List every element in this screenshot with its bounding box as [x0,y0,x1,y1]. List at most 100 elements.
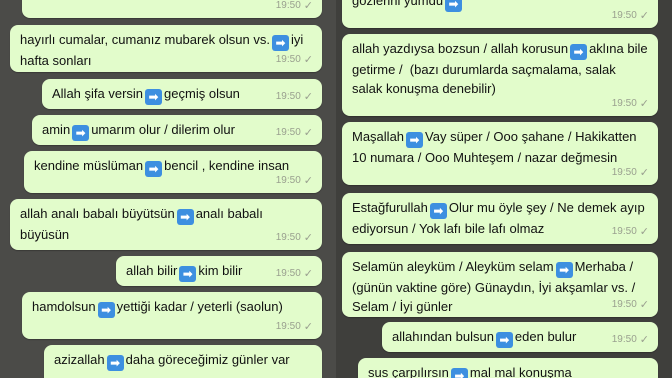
message-time: 19:50 [275,268,301,279]
arrow-right-icon: ➡ [179,266,197,282]
message-bubble[interactable]: hamdolsun ➡ yettiği kadar / yeterli (saolu… [22,292,322,339]
message-phrase: hayırlı cumalar, cumanız mubarek olsun v… [20,32,270,47]
sent-check-icon: ✓ [303,320,313,333]
message-bubble[interactable]: allah analı babalı büyütsün ➡ analı babalı… [10,199,322,250]
sent-check-icon: ✓ [639,97,649,110]
message-time: 19:50 [611,167,637,178]
message-text: Maşallah ➡ Vay süper / Ooo şahane / Hakika… [352,127,648,167]
message-meta: 19:50 ✓ [612,295,649,314]
arrow-right-icon: ➡ [272,35,289,51]
message-bubble[interactable]: gözlerini yumdu ➡ 19:50 ✓ [342,0,658,28]
message-text: kendine müslüman ➡ bencil , kendine insan [34,156,312,177]
message-meta: 19:50 ✓ [276,0,313,15]
arrow-right-icon: ➡ [429,203,447,219]
message-text: Selamün aleyküm / Aleyküm selam ➡ Merhaba … [352,257,648,316]
message-translation: bencil , kendine insan [164,158,290,173]
message-phrase: gözlerini yumdu [352,0,444,8]
message-time: 19:50 [611,299,637,310]
sent-check-icon: ✓ [639,9,649,22]
message-bubble[interactable]: amin ➡ umarım olur / dilerim olur 19:50 ✓ [32,115,322,145]
arrow-right-icon: ➡ [406,132,424,148]
message-text: allahından bulsun ➡ eden bulur [392,327,648,348]
message-time: 19:50 [275,127,301,138]
message-phrase: Estağfurullah [352,200,428,215]
message-bubble[interactable]: 19:50 ✓ [22,0,322,18]
sent-check-icon: ✓ [303,0,313,12]
message-meta: 19:50 ✓ [276,228,313,247]
message-time: 19:50 [611,334,637,345]
message-meta: 19:50 ✓ [612,330,649,349]
arrow-right-icon: ➡ [445,0,463,12]
message-text: allah yazdıysa bozsun / allah korusun ➡ ak… [352,39,648,98]
message-meta: 19:50 ✓ [276,264,313,283]
message-time: 19:50 [611,226,637,237]
message-bubble[interactable]: kendine müslüman ➡ bencil , kendine insan 1… [24,151,322,193]
message-text: sus çarpılırsın ➡ mal mal konuşma [368,363,648,378]
message-bubble[interactable]: allah yazdıysa bozsun / allah korusun ➡ ak… [342,34,658,116]
arrow-right-icon: ➡ [72,125,90,141]
arrow-right-icon: ➡ [97,302,115,318]
sent-check-icon: ✓ [639,166,649,179]
message-phrase: azizallah [54,352,105,367]
message-translation: umarım olur / dilerim olur [91,122,235,137]
sent-check-icon: ✓ [303,126,313,139]
message-phrase: allah yazdıysa bozsun / allah korusun [352,41,569,56]
message-bubble[interactable]: Maşallah ➡ Vay süper / Ooo şahane / Hakika… [342,122,658,185]
arrow-right-icon: ➡ [495,332,513,348]
message-text: amin ➡ umarım olur / dilerim olur [42,120,312,141]
message-meta: 19:50 ✓ [276,123,313,142]
message-phrase: Maşallah [352,129,405,144]
message-bubble[interactable]: Estağfurullah ➡ Olur mu öyle şey / Ne deme… [342,193,658,244]
sent-check-icon: ✓ [303,174,313,187]
message-phrase: allah bilir [126,263,178,278]
message-text: Allah şifa versin ➡ geçmiş olsun [52,84,312,105]
message-bubble[interactable]: hayırlı cumalar, cumanız mubarek olsun v… [10,25,322,72]
sent-check-icon: ✓ [639,298,649,311]
message-bubble[interactable]: azizallah ➡ daha göreceğimiz günler var [44,345,322,378]
arrow-right-icon: ➡ [450,368,468,378]
arrow-right-icon: ➡ [145,161,163,177]
arrow-right-icon: ➡ [570,44,588,60]
message-phrase: hamdolsun [32,299,96,314]
arrow-right-icon: ➡ [106,355,124,371]
message-phrase: Allah şifa versin [52,86,144,101]
message-translation: kim bilir [198,263,243,278]
message-time: 19:50 [275,91,301,102]
message-bubble[interactable]: allahından bulsun ➡ eden bulur 19:50 ✓ [382,322,658,352]
arrow-right-icon: ➡ [145,89,163,105]
message-time: 19:50 [275,232,301,243]
sent-check-icon: ✓ [639,333,649,346]
message-translation: daha göreceğimiz günler var [125,352,290,367]
left-chat-panel: 19:50 ✓ hayırlı cumalar, cumanız mubarek o… [0,0,336,378]
message-meta: 19:50 ✓ [276,317,313,336]
message-phrase: allahından bulsun [392,329,494,344]
message-bubble[interactable]: allah bilir ➡ kim bilir 19:50 ✓ [116,256,322,286]
message-phrase: Selamün aleyküm / Aleyküm selam [352,259,554,274]
message-text: allah analı babalı büyütsün ➡ analı babalı… [20,204,312,244]
sent-check-icon: ✓ [303,231,313,244]
message-time: 19:50 [275,0,301,11]
message-meta: 19:50 ✓ [276,171,313,190]
message-meta: 19:50 ✓ [612,6,649,25]
message-translation: eden bulur [514,329,577,344]
message-bubble[interactable]: Allah şifa versin ➡ geçmiş olsun 19:50 ✓ [42,79,322,109]
message-time: 19:50 [611,10,637,21]
message-phrase: allah analı babalı büyütsün [20,206,175,221]
message-meta: 19:50 ✓ [612,163,649,182]
arrow-right-icon: ➡ [176,209,194,225]
message-text: azizallah ➡ daha göreceğimiz günler var [54,350,312,371]
sent-check-icon: ✓ [639,225,649,238]
message-text: hamdolsun ➡ yettiği kadar / yeterli (saolu… [32,297,312,318]
sent-check-icon: ✓ [303,267,313,280]
message-meta: 19:50 ✓ [612,94,649,113]
message-bubble[interactable]: sus çarpılırsın ➡ mal mal konuşma [358,358,658,378]
message-bubble[interactable]: Selamün aleyküm / Aleyküm selam ➡ Merhaba … [342,252,658,317]
message-translation: mal mal konuşma [469,365,572,378]
message-translation: yettiği kadar / yeterli (saolun) [116,299,283,314]
message-phrase: amin [42,122,71,137]
message-time: 19:50 [611,98,637,109]
message-text: Estağfurullah ➡ Olur mu öyle şey / Ne deme… [352,198,648,238]
message-text: gözlerini yumdu ➡ [352,0,648,12]
message-text: hayırlı cumalar, cumanız mubarek olsun v… [20,30,312,70]
message-time: 19:50 [275,175,301,186]
